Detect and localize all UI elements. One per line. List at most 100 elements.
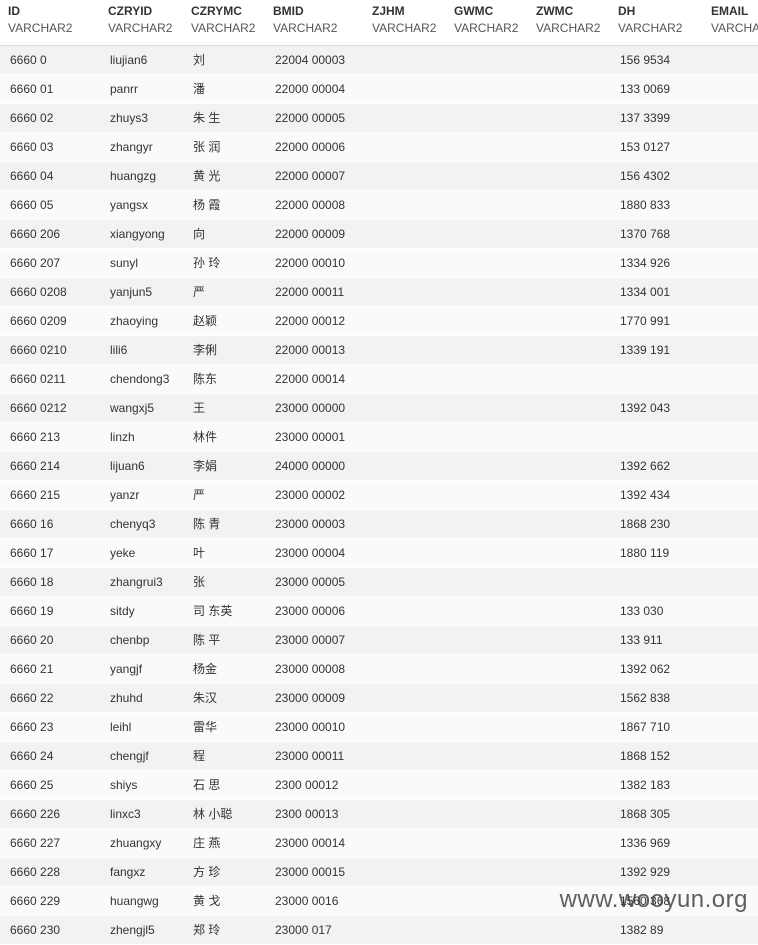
cell-zjhm (364, 509, 446, 539)
cell-gwmc (446, 741, 528, 771)
cell-czrymc: 刘 (183, 45, 265, 75)
cell-gwmc (446, 422, 528, 452)
cell-czrymc: 陈东 (183, 364, 265, 394)
cell-zwmc (528, 567, 610, 597)
cell-zwmc (528, 132, 610, 162)
cell-email (703, 596, 758, 626)
table-row[interactable]: 6660 0208 yanjun5 严 22000 00011 1334 001 (0, 277, 758, 307)
cell-czryid: chenbp (100, 625, 183, 655)
cell-zwmc (528, 306, 610, 336)
table-row[interactable]: 6660 0 liujian6 刘 22004 00003 156 9534 (0, 45, 758, 75)
cell-czryid: sitdy (100, 596, 183, 626)
table-row[interactable]: 6660 0212 wangxj5 王 23000 00000 1392 043 (0, 393, 758, 423)
column-header-gwmc[interactable]: GWMC VARCHAR2 (446, 0, 528, 46)
cell-email (703, 828, 758, 858)
cell-gwmc (446, 770, 528, 800)
table-row[interactable]: 6660 05 yangsx 杨 霞 22000 00008 1880 833 (0, 190, 758, 220)
cell-bmid: 23000 0016 (265, 886, 364, 916)
table-row[interactable]: 6660 03 zhangyr 张 润 22000 00006 153 0127 (0, 132, 758, 162)
cell-email (703, 567, 758, 597)
cell-id: 6660 0208 (0, 277, 100, 307)
cell-zwmc (528, 596, 610, 626)
table-row[interactable]: 6660 17 yeke 叶 23000 00004 1880 119 (0, 538, 758, 568)
table-row[interactable]: 6660 16 chenyq3 陈 青 23000 00003 1868 230 (0, 509, 758, 539)
column-header-zwmc[interactable]: ZWMC VARCHAR2 (528, 0, 610, 46)
table-row[interactable]: 6660 0211 chendong3 陈东 22000 00014 (0, 364, 758, 394)
cell-zjhm (364, 103, 446, 133)
table-row[interactable]: 6660 215 yanzr 严 23000 00002 1392 434 (0, 480, 758, 510)
table-row[interactable]: 6660 24 chengjf 程 23000 00011 1868 152 (0, 741, 758, 771)
column-header-zjhm[interactable]: ZJHM VARCHAR2 (364, 0, 446, 46)
cell-bmid: 2300 00012 (265, 770, 364, 800)
cell-id: 6660 20 (0, 625, 100, 655)
column-header-bmid[interactable]: BMID VARCHAR2 (265, 0, 364, 46)
cell-zwmc (528, 538, 610, 568)
cell-dh: 156 9534 (610, 45, 703, 75)
cell-email (703, 277, 758, 307)
cell-gwmc (446, 799, 528, 829)
table-row[interactable]: 6660 02 zhuys3 朱 生 22000 00005 137 3399 (0, 103, 758, 133)
table-row[interactable]: 6660 25 shiys 石 思 2300 00012 1382 183 (0, 770, 758, 800)
cell-gwmc (446, 190, 528, 220)
cell-zjhm (364, 741, 446, 771)
cell-id: 6660 17 (0, 538, 100, 568)
cell-czryid: yangsx (100, 190, 183, 220)
table-row[interactable]: 6660 22 zhuhd 朱汉 23000 00009 1562 838 (0, 683, 758, 713)
table-row[interactable]: 6660 01 panrr 潘 22000 00004 133 0069 (0, 74, 758, 104)
cell-gwmc (446, 886, 528, 916)
cell-zjhm (364, 538, 446, 568)
column-header-id[interactable]: ID VARCHAR2 (0, 0, 100, 46)
cell-email (703, 799, 758, 829)
cell-gwmc (446, 567, 528, 597)
cell-bmid: 22000 00012 (265, 306, 364, 336)
table-row[interactable]: 6660 04 huangzg 黄 光 22000 00007 156 4302 (0, 161, 758, 191)
table-row[interactable]: 6660 230 zhengjl5 郑 玲 23000 017 1382 89 (0, 915, 758, 945)
cell-czrymc: 陈 青 (183, 509, 265, 539)
cell-zjhm (364, 712, 446, 742)
cell-zjhm (364, 161, 446, 191)
cell-zjhm (364, 45, 446, 75)
cell-bmid: 22004 00003 (265, 45, 364, 75)
table-row[interactable]: 6660 228 fangxz 方 珍 23000 00015 1392 929 (0, 857, 758, 887)
table-row[interactable]: 6660 214 lijuan6 李娟 24000 00000 1392 662 (0, 451, 758, 481)
cell-czrymc: 朱汉 (183, 683, 265, 713)
cell-zjhm (364, 654, 446, 684)
cell-email (703, 306, 758, 336)
cell-czrymc: 张 (183, 567, 265, 597)
cell-czryid: lili6 (100, 335, 183, 365)
table-row[interactable]: 6660 19 sitdy 司 东英 23000 00006 133 030 (0, 596, 758, 626)
cell-czryid: xiangyong (100, 219, 183, 249)
cell-zwmc (528, 161, 610, 191)
table-row[interactable]: 6660 20 chenbp 陈 平 23000 00007 133 911 (0, 625, 758, 655)
column-header-czrymc[interactable]: CZRYMC VARCHAR2 (183, 0, 265, 46)
cell-zjhm (364, 857, 446, 887)
table-row[interactable]: 6660 207 sunyl 孙 玲 22000 00010 1334 926 (0, 248, 758, 278)
column-header-email[interactable]: EMAIL VARCHA (703, 0, 758, 46)
cell-email (703, 451, 758, 481)
cell-zwmc (528, 277, 610, 307)
column-header-czryid[interactable]: CZRYID VARCHAR2 (100, 0, 183, 46)
cell-dh: 1868 230 (610, 509, 703, 539)
cell-czrymc: 黄 光 (183, 161, 265, 191)
column-name: GWMC (454, 4, 494, 18)
table-row[interactable]: 6660 213 linzh 林件 23000 00001 (0, 422, 758, 452)
table-row[interactable]: 6660 21 yangjf 杨金 23000 00008 1392 062 (0, 654, 758, 684)
cell-gwmc (446, 712, 528, 742)
cell-bmid: 23000 00009 (265, 683, 364, 713)
column-header-dh[interactable]: DH VARCHAR2 (610, 0, 703, 46)
table-row[interactable]: 6660 206 xiangyong 向 22000 00009 1370 768 (0, 219, 758, 249)
table-row[interactable]: 6660 226 linxc3 林 小聪 2300 00013 1868 305 (0, 799, 758, 829)
table-row[interactable]: 6660 0209 zhaoying 赵颖 22000 00012 1770 991 (0, 306, 758, 336)
cell-czryid: huangzg (100, 161, 183, 191)
cell-czryid: zhaoying (100, 306, 183, 336)
cell-email (703, 625, 758, 655)
cell-czryid: zhuys3 (100, 103, 183, 133)
table-row[interactable]: 6660 23 leihl 雷华 23000 00010 1867 710 (0, 712, 758, 742)
cell-email (703, 74, 758, 104)
cell-email (703, 654, 758, 684)
cell-email (703, 393, 758, 423)
table-row[interactable]: 6660 0210 lili6 李俐 22000 00013 1339 191 (0, 335, 758, 365)
table-row[interactable]: 6660 227 zhuangxy 庄 燕 23000 00014 1336 969 (0, 828, 758, 858)
table-row[interactable]: 6660 18 zhangrui3 张 23000 00005 (0, 567, 758, 597)
cell-dh (610, 364, 703, 394)
